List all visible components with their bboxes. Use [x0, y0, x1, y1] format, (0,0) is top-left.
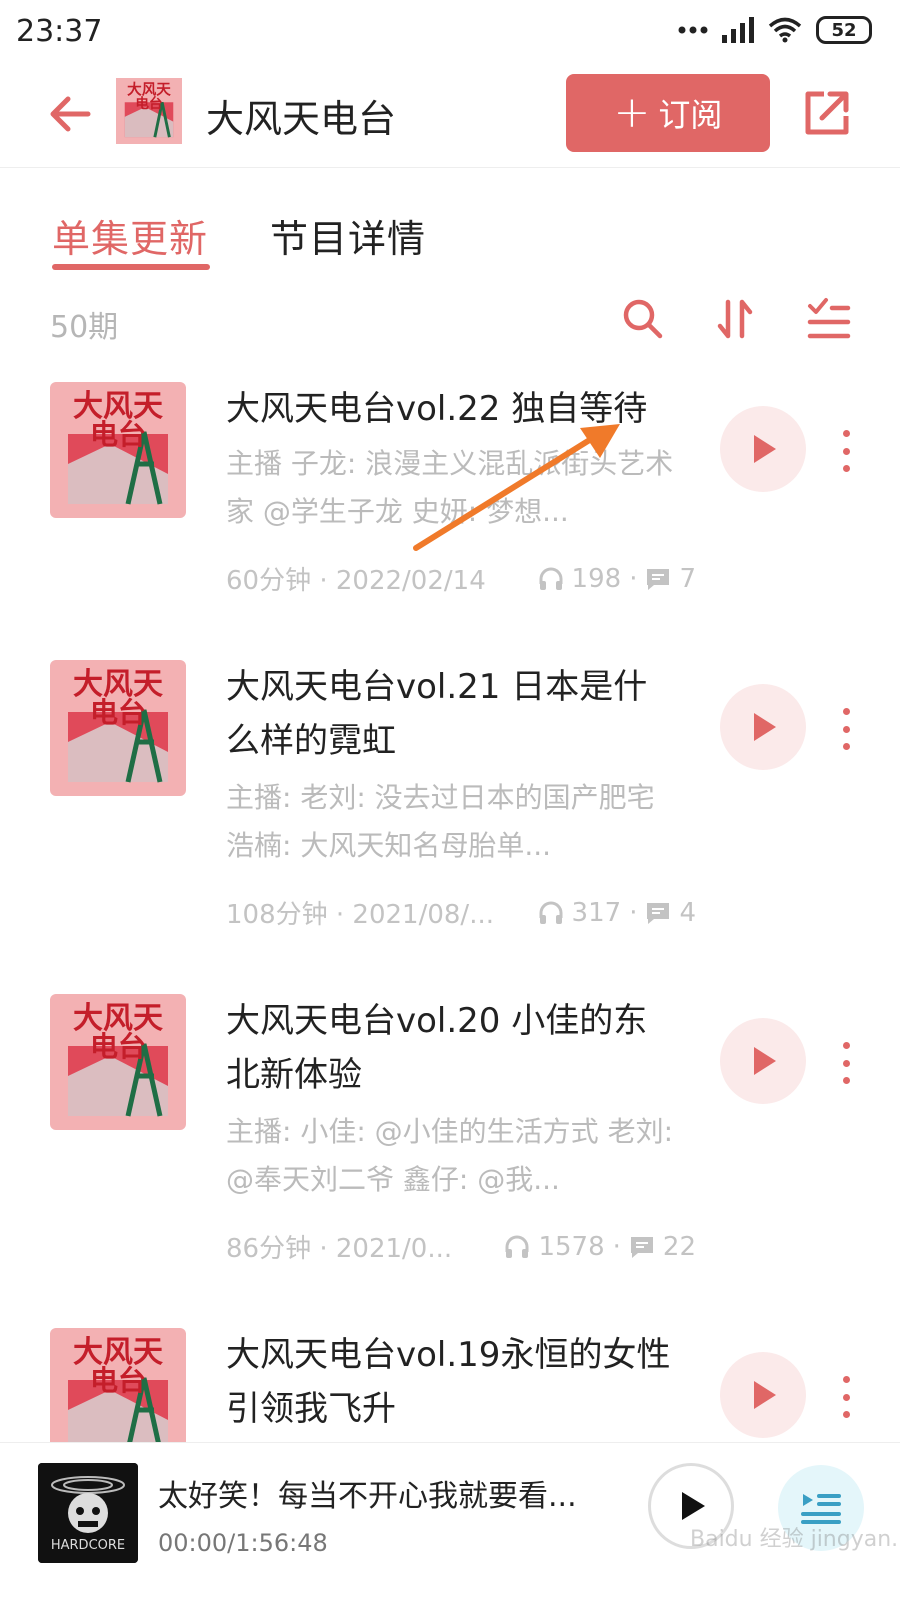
svg-text:HARDCORE: HARDCORE [51, 1538, 125, 1553]
svg-text:电台: 电台 [90, 696, 146, 729]
separator-dot: · [629, 563, 638, 594]
episode-cover: 大风天 电台 [50, 382, 186, 518]
episode-title: 大风天电台vol.21 日本是什么样的霓虹 [226, 667, 648, 761]
playback-time: 00:00/1:56:48 [158, 1529, 328, 1557]
back-button[interactable] [44, 88, 96, 140]
signal-icon [722, 17, 754, 43]
episode-title: 大风天电台vol.20 小佳的东北新体验 [226, 1001, 648, 1095]
mini-player[interactable]: HARDCORE 太好笑！每当不开心我就要看... 00:00/1:56:48 … [0, 1442, 900, 1600]
player-cover: HARDCORE [38, 1463, 138, 1563]
podcast-cover-icon: 大风天 电台 [116, 78, 182, 144]
play-count: 198 [571, 563, 622, 594]
sort-icon [717, 299, 753, 339]
player-cover-art: HARDCORE [38, 1463, 138, 1563]
play-icon [754, 435, 776, 463]
play-icon [682, 1492, 705, 1520]
play-icon [754, 713, 776, 741]
more-options-button[interactable] [834, 1038, 858, 1088]
episode-cover-art: 大风天 电台 [50, 660, 186, 796]
status-bar: 23:37 52 [0, 0, 900, 62]
tab-episodes[interactable]: 单集更新 [52, 208, 208, 263]
status-time: 23:37 [16, 14, 103, 49]
play-button[interactable] [720, 1018, 806, 1104]
episode-item[interactable]: 大风天 电台 大风天电台vol.19永恒的女性引领我飞升 [0, 1328, 900, 1442]
episode-count: 50期 [50, 310, 119, 345]
headphones-icon [505, 1235, 529, 1258]
svg-text:电台: 电台 [90, 418, 146, 451]
more-dots-icon [678, 26, 708, 34]
play-icon [754, 1381, 776, 1409]
arrow-left-icon [50, 96, 91, 132]
comment-icon [647, 902, 670, 924]
comment-icon [630, 1236, 653, 1258]
comment-count: 4 [679, 897, 696, 928]
play-button[interactable] [720, 684, 806, 770]
episode-title: 大风天电台vol.19永恒的女性引领我飞升 [226, 1335, 671, 1429]
episode-item[interactable]: 大风天 电台 大风天电台vol.21 日本是什么样的霓虹 主播: 老刘: 没去过… [0, 660, 900, 940]
episode-meta: 86分钟 · 2021/0... 1578 · 22 [226, 1228, 696, 1265]
sort-button[interactable] [712, 296, 758, 342]
tab-bar: 单集更新 节目详情 [0, 190, 900, 280]
episode-description: 主播 子龙: 浪漫主义混乱派街头艺术家 @学生子龙 史妍: 梦想... [226, 447, 674, 528]
share-button[interactable] [800, 86, 854, 140]
svg-text:电台: 电台 [135, 95, 162, 112]
svg-text:电台: 电台 [90, 1030, 146, 1063]
more-options-button[interactable] [834, 704, 858, 754]
play-count: 1578 [538, 1231, 605, 1262]
episode-cover-art: 大风天 电台 [50, 1328, 186, 1442]
comment-icon [647, 568, 670, 590]
episode-description: 主播: 老刘: 没去过日本的国产肥宅 浩楠: 大风天知名母胎单... [226, 781, 655, 862]
page-title: 大风天电台 [206, 97, 397, 141]
comment-count: 22 [662, 1231, 696, 1262]
play-count: 317 [571, 897, 622, 928]
headphones-icon [539, 901, 563, 924]
watermark: Baidu 经验 jingyan.baidu.com [690, 1527, 900, 1552]
search-button[interactable] [620, 296, 666, 342]
episode-cover: 大风天 电台 [50, 1328, 186, 1442]
search-icon [623, 299, 663, 339]
batch-select-button[interactable] [806, 296, 852, 342]
episode-duration-date: 86分钟 · 2021/0... [226, 1234, 453, 1264]
episode-cover-art: 大风天 电台 [50, 382, 186, 518]
top-app-bar: 大风天 电台 大风天电台 + 订阅 [0, 62, 900, 168]
headphones-icon [539, 567, 563, 590]
episode-cover: 大风天 电台 [50, 660, 186, 796]
podcast-thumbnail: 大风天 电台 [116, 78, 182, 144]
now-playing-title: 太好笑！每当不开心我就要看... [158, 1479, 577, 1514]
separator-dot: · [612, 1231, 621, 1262]
comment-count: 7 [679, 563, 696, 594]
play-button[interactable] [720, 406, 806, 492]
episode-description: 主播: 小佳: @小佳的生活方式 老刘: @奉天刘二爷 鑫仔: @我... [226, 1115, 674, 1196]
episode-meta: 60分钟 · 2022/02/14 198 · 7 [226, 560, 696, 597]
plus-icon: + [613, 87, 651, 138]
status-icons: 52 [678, 16, 872, 44]
play-icon [754, 1047, 776, 1075]
subscribe-label: 订阅 [658, 96, 723, 134]
svg-text:电台: 电台 [90, 1364, 146, 1397]
more-options-button[interactable] [834, 1372, 858, 1422]
episode-duration-date: 60分钟 · 2022/02/14 [226, 566, 486, 596]
battery-indicator: 52 [816, 16, 872, 44]
episode-cover: 大风天 电台 [50, 994, 186, 1130]
tab-program-details[interactable]: 节目详情 [270, 208, 426, 263]
subscribe-button[interactable]: + 订阅 [566, 74, 770, 152]
episode-item[interactable]: 大风天 电台 大风天电台vol.22 独自等待 主播 子龙: 浪漫主义混乱派街头… [0, 382, 900, 632]
episode-cover-art: 大风天 电台 [50, 994, 186, 1130]
episode-item[interactable]: 大风天 电台 大风天电台vol.20 小佳的东北新体验 主播: 小佳: @小佳的… [0, 994, 900, 1274]
episode-duration-date: 108分钟 · 2021/08/... [226, 900, 494, 930]
episode-meta: 108分钟 · 2021/08/... 317 · 4 [226, 894, 696, 931]
episode-title: 大风天电台vol.22 独自等待 [226, 389, 648, 429]
more-options-button[interactable] [834, 426, 858, 476]
play-button[interactable] [720, 1352, 806, 1438]
wifi-icon [768, 17, 802, 43]
active-tab-indicator [52, 264, 210, 270]
separator-dot: · [629, 897, 638, 928]
checklist-icon [807, 298, 851, 339]
share-icon [805, 91, 849, 135]
